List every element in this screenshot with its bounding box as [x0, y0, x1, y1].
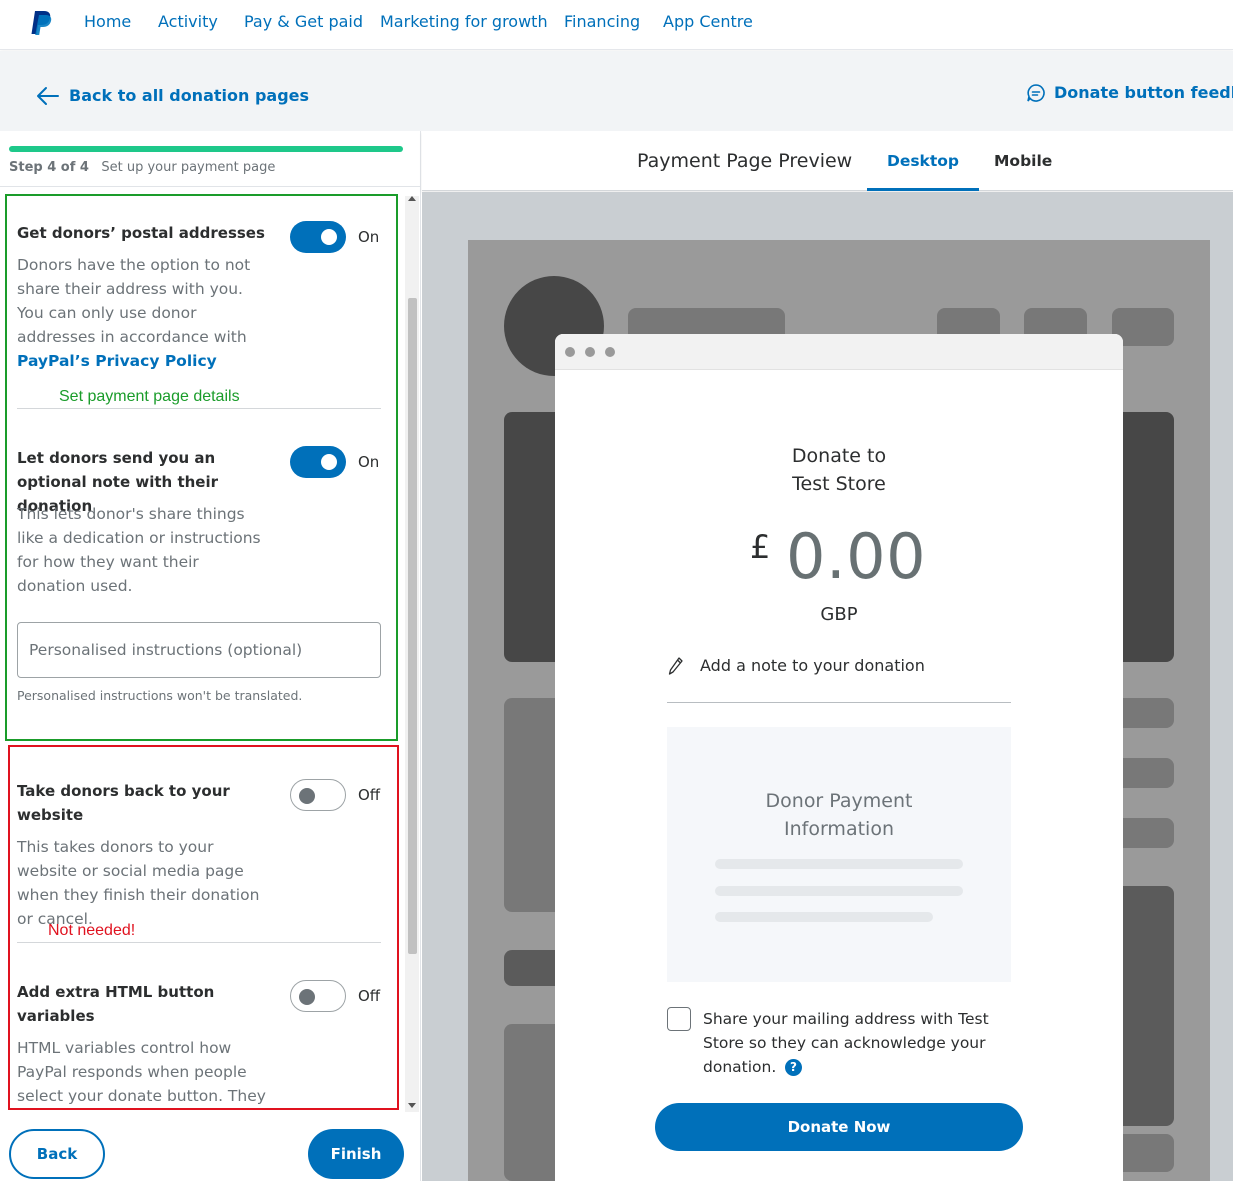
- skeleton-line: [715, 912, 933, 922]
- donate-to-heading: Donate to Test Store: [555, 442, 1123, 498]
- skeleton-line: [715, 886, 963, 896]
- donate-now-button[interactable]: Donate Now: [655, 1103, 1023, 1151]
- back-arrow-icon[interactable]: [36, 86, 60, 106]
- tab-desktop[interactable]: Desktop: [867, 150, 979, 191]
- step-indicator: Step 4 of 4 Set up your payment page: [9, 160, 275, 175]
- top-nav: Home Activity Pay & Get paid Marketing f…: [0, 0, 1233, 50]
- pencil-icon: [668, 657, 683, 675]
- divider: [667, 702, 1011, 703]
- finish-button[interactable]: Finish: [308, 1129, 404, 1179]
- modal-title-bar: [555, 334, 1123, 370]
- payment-info-line2: Information: [784, 818, 894, 840]
- nav-financing[interactable]: Financing: [564, 12, 640, 31]
- window-dot-icon: [565, 347, 575, 357]
- donate-to-line1: Donate to: [791, 445, 887, 467]
- donation-amount[interactable]: 0.00: [786, 520, 926, 593]
- add-note-link[interactable]: Add a note to your donation: [700, 656, 925, 675]
- currency-code: GBP: [820, 604, 858, 625]
- share-address-checkbox[interactable]: [667, 1007, 691, 1031]
- divider: [0, 186, 420, 187]
- window-dot-icon: [605, 347, 615, 357]
- back-to-donation-pages-link[interactable]: Back to all donation pages: [69, 86, 309, 105]
- donate-to-store-name: Test Store: [792, 473, 886, 495]
- nav-home[interactable]: Home: [84, 12, 131, 31]
- preview-title: Payment Page Preview: [637, 150, 853, 172]
- payment-info-title: Donor Payment Information: [667, 787, 1011, 843]
- skeleton-line: [715, 859, 963, 869]
- feedback-chat-icon: [1027, 84, 1045, 102]
- step-number: Step 4 of 4: [9, 160, 89, 175]
- help-question-icon[interactable]: ?: [785, 1059, 802, 1076]
- payment-info-line1: Donor Payment: [765, 790, 913, 812]
- scroll-up-arrow-icon[interactable]: [408, 196, 416, 201]
- window-dot-icon: [585, 347, 595, 357]
- annotation-label-red: Not needed!: [48, 922, 136, 939]
- nav-marketing[interactable]: Marketing for growth: [380, 12, 548, 31]
- share-address-label: Share your mailing address with Test Sto…: [703, 1010, 989, 1076]
- scroll-down-arrow-icon[interactable]: [408, 1103, 416, 1108]
- paypal-logo-icon[interactable]: [30, 10, 54, 36]
- tab-mobile[interactable]: Mobile: [994, 152, 1052, 170]
- donor-payment-info-placeholder: [667, 727, 1011, 982]
- annotation-box-green: [5, 194, 398, 741]
- nav-activity[interactable]: Activity: [158, 12, 218, 31]
- step-title: Set up your payment page: [101, 160, 276, 175]
- back-button[interactable]: Back: [9, 1129, 105, 1179]
- currency-symbol: £: [750, 528, 771, 566]
- nav-pay-get-paid[interactable]: Pay & Get paid: [244, 12, 363, 31]
- scrollbar-thumb[interactable]: [408, 298, 417, 954]
- nav-app-centre[interactable]: App Centre: [663, 12, 753, 31]
- donate-button-feedback-link[interactable]: Donate button feedback: [1054, 83, 1233, 102]
- annotation-label-green: Set payment page details: [59, 388, 240, 405]
- step-progress-bar: [9, 146, 403, 152]
